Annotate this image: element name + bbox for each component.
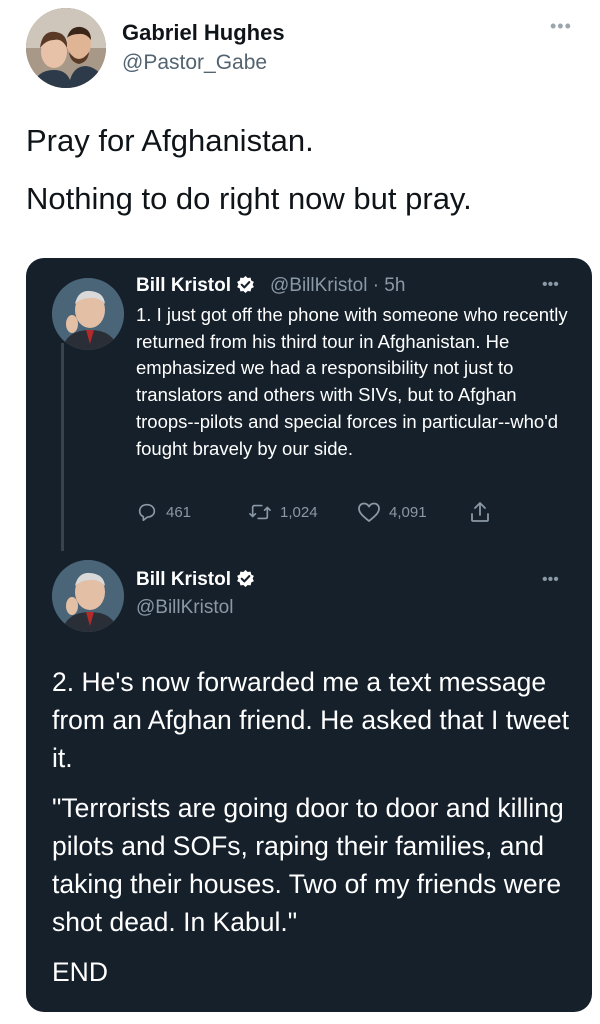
like-count: 4,091 (389, 503, 427, 521)
outer-more-icon[interactable]: ••• (550, 16, 572, 37)
tweet2-name-text: Bill Kristol (136, 569, 232, 590)
tweet2-paragraph-3: END (52, 957, 108, 987)
tweet1-more-icon[interactable]: ••• (542, 276, 559, 294)
tweet1-name-text: Bill Kristol (136, 275, 232, 296)
verified-badge-icon (236, 275, 255, 300)
outer-tweet-line-2: Nothing to do right now but pray. (26, 181, 472, 216)
thread-connector-line (61, 343, 64, 551)
outer-display-name[interactable]: Gabriel Hughes (122, 20, 285, 46)
tweet2-paragraph-1: 2. He's now forwarded me a text message … (52, 667, 570, 773)
avatar-photo-icon (52, 560, 124, 632)
heart-icon (358, 502, 380, 522)
avatar-photo-icon (26, 8, 106, 88)
tweet2-more-icon[interactable]: ••• (542, 571, 559, 589)
verified-badge-icon (236, 569, 255, 594)
avatar-photo-icon (52, 278, 124, 350)
tweet1-display-name[interactable]: Bill Kristol (136, 275, 255, 300)
retweet-icon (249, 504, 271, 520)
tweet1-text: 1. I just got off the phone with someone… (136, 304, 568, 459)
reply-count: 461 (166, 503, 192, 521)
outer-tweet-line-1: Pray for Afghanistan. (26, 123, 314, 158)
share-button[interactable] (469, 499, 491, 525)
tweet2-display-name[interactable]: Bill Kristol (136, 569, 255, 594)
share-icon (471, 502, 489, 522)
tweet2-avatar[interactable] (52, 560, 124, 632)
tweet2-handle[interactable]: @BillKristol (136, 597, 233, 619)
outer-avatar[interactable] (26, 8, 106, 88)
reply-icon (138, 503, 156, 522)
retweet-count: 1,024 (280, 503, 318, 521)
tweet2-paragraph-2: "Terrorists are going door to door and k… (52, 793, 564, 937)
reply-button[interactable]: 461 (136, 499, 191, 525)
tweet1-handle-time[interactable]: @BillKristol · 5h (270, 275, 405, 297)
outer-handle[interactable]: @Pastor_Gabe (122, 51, 267, 75)
retweet-button[interactable]: 1,024 (248, 499, 318, 525)
tweet1-avatar[interactable] (52, 278, 124, 350)
like-button[interactable]: 4,091 (357, 499, 427, 525)
